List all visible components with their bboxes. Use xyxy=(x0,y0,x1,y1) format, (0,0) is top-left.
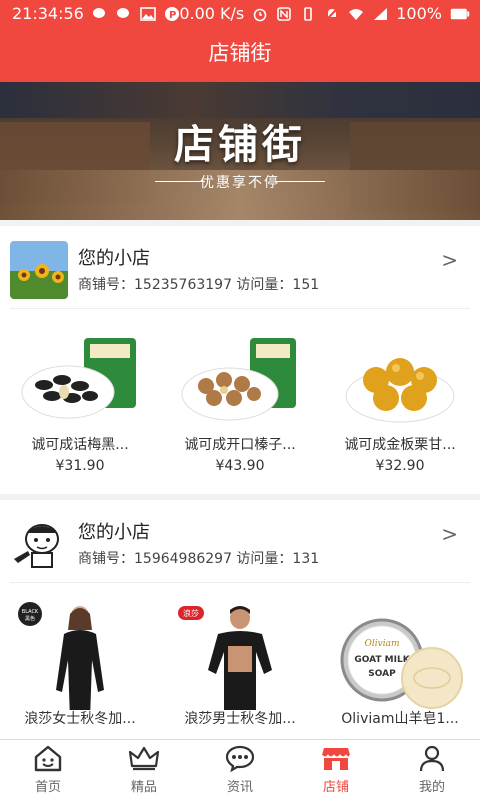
product-image-goat-soap: Oliviam GOAT MILK SOAP xyxy=(334,600,466,710)
nfc-icon xyxy=(277,6,292,21)
network-speed: 0.00 K/s xyxy=(179,4,245,23)
wechat-icon xyxy=(92,7,105,18)
product-price: ¥32.90 xyxy=(375,458,425,474)
tab-label: 店铺 xyxy=(322,780,349,795)
tab-featured[interactable]: 精品 xyxy=(96,740,192,800)
product-name: 诚可成金板栗甘... xyxy=(344,437,456,453)
home-icon xyxy=(34,745,62,772)
product-name: Oliviam山羊皂1... xyxy=(341,711,459,727)
battery-icon xyxy=(450,8,470,19)
shop-card[interactable]: 您的小店 商铺号：15235763197 访问量：151 > 诚可成话梅黑...… xyxy=(0,226,480,494)
product-name: 诚可成话梅黑... xyxy=(31,437,129,453)
product-card[interactable]: 诚可成开口榛子... ¥43.90 xyxy=(160,316,320,486)
divider xyxy=(10,308,470,309)
bottom-tab-bar: 首页 精品 资讯 店铺 我的 xyxy=(0,739,480,800)
product-card[interactable]: 浪莎 浪莎男士秋冬加... xyxy=(160,590,320,760)
product-image-hazelnuts xyxy=(181,338,296,421)
shop-header[interactable]: 您的小店 商铺号：15235763197 访问量：151 > xyxy=(0,226,480,306)
shop-meta: 商铺号：15964986297 访问量：131 xyxy=(78,551,320,567)
alarm-icon xyxy=(253,8,267,21)
shop-name: 您的小店 xyxy=(78,248,150,269)
shop-avatar xyxy=(10,241,68,299)
tab-label: 精品 xyxy=(130,780,157,795)
svg-text:P: P xyxy=(169,10,176,21)
product-name: 浪莎女士秋冬加... xyxy=(24,711,136,727)
black-tag-cn-text: 黑色 xyxy=(25,615,35,622)
tab-label: 首页 xyxy=(34,780,61,795)
signal-icon xyxy=(374,7,388,20)
divider xyxy=(10,582,470,583)
image-icon xyxy=(140,6,156,21)
chat-icon xyxy=(225,745,255,772)
product-price: ¥31.90 xyxy=(55,458,105,474)
user-icon xyxy=(419,745,445,772)
tab-store[interactable]: 店铺 xyxy=(288,740,384,800)
shop-header[interactable]: 您的小店 商铺号：15964986297 访问量：131 > xyxy=(0,500,480,580)
product-card[interactable]: 诚可成话梅黑... ¥31.90 xyxy=(0,316,160,486)
soap-brand-text: Oliviam xyxy=(365,639,400,649)
langsha-logo-text: 浪莎 xyxy=(183,608,199,618)
soap-line2-text: SOAP xyxy=(368,669,396,679)
promo-banner[interactable]: 店铺街 优惠享不停 xyxy=(0,82,480,220)
product-row: 诚可成话梅黑... ¥31.90 诚可成开口榛子... ¥43.90 诚可成金板… xyxy=(0,316,480,486)
product-name: 浪莎男士秋冬加... xyxy=(184,711,296,727)
product-image-thermal-men: 浪莎 xyxy=(174,600,306,710)
battery-percent: 100% xyxy=(396,4,442,23)
tab-label: 资讯 xyxy=(226,780,253,795)
shop-name: 您的小店 xyxy=(78,522,150,543)
product-card[interactable]: Oliviam GOAT MILK SOAP Oliviam山羊皂1... xyxy=(320,590,480,760)
product-image-thermal-women: BLACK 黑色 xyxy=(14,600,146,710)
banner-line-right xyxy=(275,181,325,182)
wechat-icon xyxy=(116,7,129,18)
product-name: 诚可成开口榛子... xyxy=(184,437,296,453)
product-card[interactable]: 诚可成金板栗甘... ¥32.90 xyxy=(320,316,480,486)
black-tag-text: BLACK xyxy=(22,609,39,615)
banner-title: 店铺街 xyxy=(174,122,306,168)
mute-icon xyxy=(325,6,339,21)
product-card[interactable]: BLACK 黑色 浪莎女士秋冬加... xyxy=(0,590,160,760)
banner-subtitle: 优惠享不停 xyxy=(200,175,280,191)
tab-home[interactable]: 首页 xyxy=(0,740,96,800)
tab-profile[interactable]: 我的 xyxy=(384,740,480,800)
status-time: 21:34:56 xyxy=(12,4,84,23)
product-price: ¥43.90 xyxy=(215,458,265,474)
shop-meta: 商铺号：15235763197 访问量：151 xyxy=(78,277,320,293)
tab-label: 我的 xyxy=(418,780,445,795)
vibrate-icon xyxy=(304,6,313,21)
store-icon xyxy=(321,748,351,770)
page-title: 店铺街 xyxy=(0,28,480,82)
shop-avatar xyxy=(10,515,68,573)
soap-line1-text: GOAT MILK xyxy=(354,655,410,665)
crown-icon xyxy=(128,746,160,771)
wifi-icon xyxy=(349,8,364,20)
status-bar: 21:34:56 P 0.00 K/s 100% xyxy=(0,0,480,28)
chevron-right-icon[interactable]: > xyxy=(441,522,458,546)
product-row: BLACK 黑色 浪莎女士秋冬加... 浪莎 浪莎男士秋冬加... Olivia… xyxy=(0,590,480,760)
p-app-icon: P xyxy=(164,6,179,21)
shop-card[interactable]: 您的小店 商铺号：15964986297 访问量：131 > BLACK 黑色 … xyxy=(0,500,480,740)
chevron-right-icon[interactable]: > xyxy=(441,248,458,272)
tab-news[interactable]: 资讯 xyxy=(192,740,288,800)
product-image-watermelon-seeds xyxy=(21,338,136,419)
product-image-chestnuts xyxy=(345,358,455,423)
